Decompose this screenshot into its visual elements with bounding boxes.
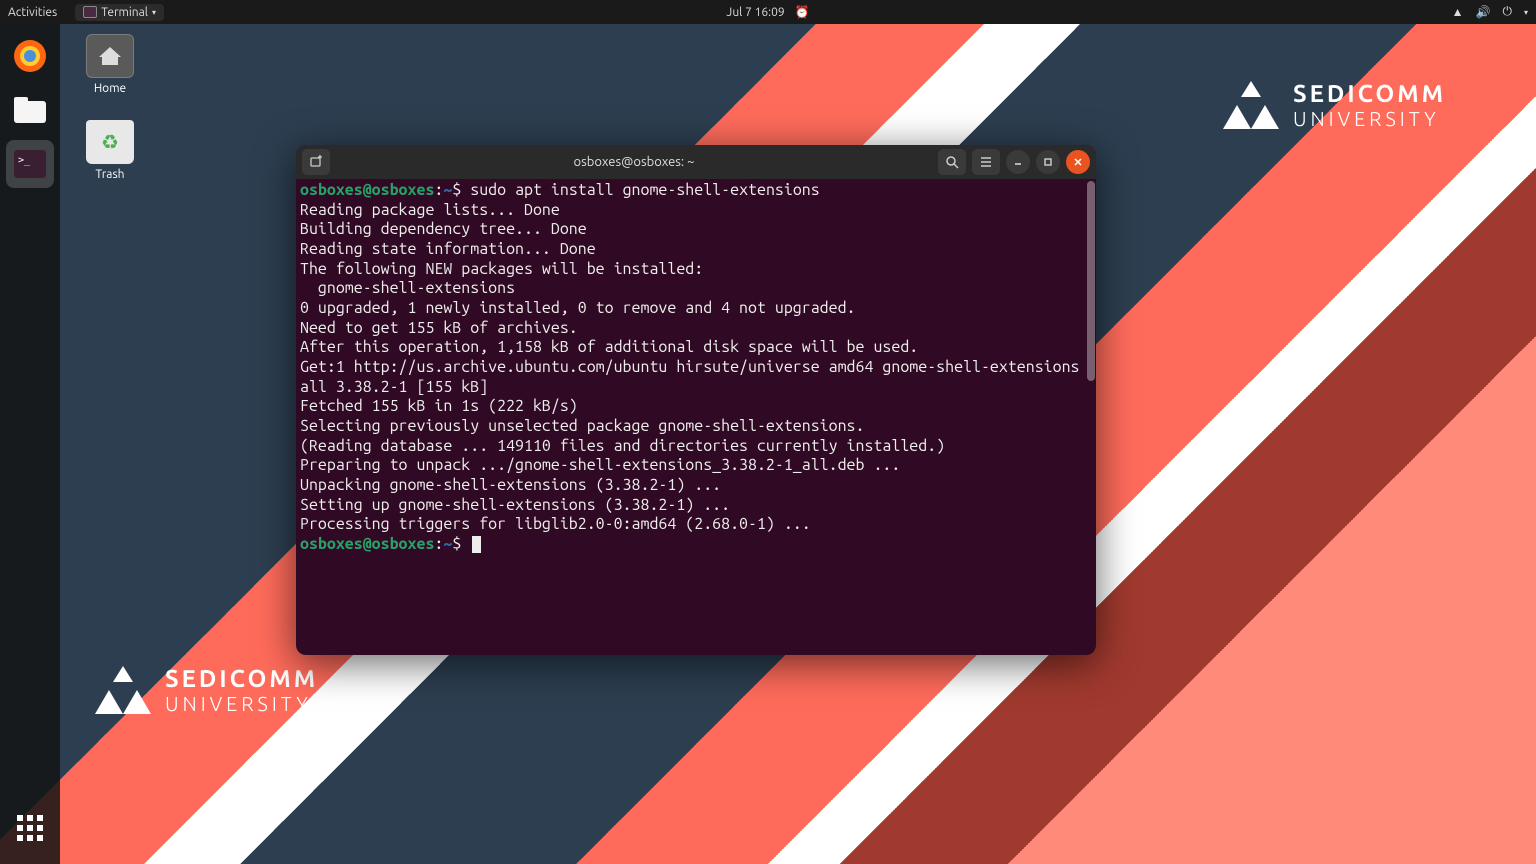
clock[interactable]: Jul 7 16:09: [726, 6, 784, 19]
menu-button[interactable]: [972, 149, 1000, 175]
desktop-home[interactable]: Home: [75, 34, 145, 95]
close-button[interactable]: [1066, 150, 1090, 174]
maximize-icon: [1043, 157, 1053, 167]
search-icon: [945, 155, 959, 169]
hamburger-icon: [979, 155, 993, 169]
app-grid-icon: [17, 815, 43, 841]
logo-line2: UNIVERSITY: [1293, 107, 1446, 130]
terminal-icon: >_: [13, 149, 47, 179]
cursor: [472, 536, 481, 553]
logo-icon: [1223, 81, 1279, 129]
terminal-output: osboxes@osboxes:~$ sudo apt install gnom…: [300, 181, 1092, 555]
dock-terminal[interactable]: >_: [6, 140, 54, 188]
desktop-label: Home: [75, 82, 145, 95]
terminal-mini-icon: [83, 6, 97, 18]
logo-icon: [95, 666, 151, 714]
dock: >_: [0, 24, 60, 864]
logo-bottom-left: SEDICOMM UNIVERSITY: [95, 665, 318, 715]
app-menu[interactable]: Terminal ▾: [75, 4, 164, 21]
network-icon[interactable]: ▲: [1452, 5, 1464, 19]
recycle-icon: ♻: [101, 130, 119, 154]
terminal-window: osboxes@osboxes: ~: [296, 145, 1096, 655]
logo-line1: SEDICOMM: [165, 665, 318, 692]
window-title: osboxes@osboxes: ~: [336, 155, 932, 169]
activities-button[interactable]: Activities: [8, 6, 57, 19]
dock-app-grid[interactable]: [6, 804, 54, 852]
home-icon: [97, 45, 123, 67]
logo-line1: SEDICOMM: [1293, 80, 1446, 107]
scrollbar[interactable]: [1087, 181, 1095, 381]
terminal-body[interactable]: osboxes@osboxes:~$ sudo apt install gnom…: [296, 179, 1096, 655]
minimize-button[interactable]: [1006, 150, 1030, 174]
volume-icon[interactable]: 🔊: [1476, 5, 1491, 19]
notification-icon[interactable]: ⏰: [795, 5, 810, 19]
titlebar[interactable]: osboxes@osboxes: ~: [296, 145, 1096, 179]
svg-text:>_: >_: [18, 155, 31, 166]
dock-files[interactable]: [6, 86, 54, 134]
new-tab-button[interactable]: [302, 149, 330, 175]
search-button[interactable]: [938, 149, 966, 175]
close-icon: [1073, 157, 1083, 167]
desktop-label: Trash: [75, 168, 145, 181]
app-menu-label: Terminal: [101, 6, 148, 19]
firefox-icon: [12, 38, 48, 74]
chevron-down-icon: ▾: [1524, 8, 1528, 17]
logo-line2: UNIVERSITY: [165, 692, 318, 715]
dock-firefox[interactable]: [6, 32, 54, 80]
power-icon[interactable]: ⏻: [1502, 5, 1512, 19]
minimize-icon: [1013, 157, 1023, 167]
chevron-down-icon: ▾: [152, 8, 156, 17]
maximize-button[interactable]: [1036, 150, 1060, 174]
files-icon: [13, 95, 47, 125]
new-tab-icon: [309, 155, 323, 169]
desktop-trash[interactable]: ♻ Trash: [75, 120, 145, 181]
logo-top-right: SEDICOMM UNIVERSITY: [1223, 80, 1446, 130]
gnome-topbar: Activities Terminal ▾ Jul 7 16:09 ⏰ ▲ 🔊 …: [0, 0, 1536, 24]
